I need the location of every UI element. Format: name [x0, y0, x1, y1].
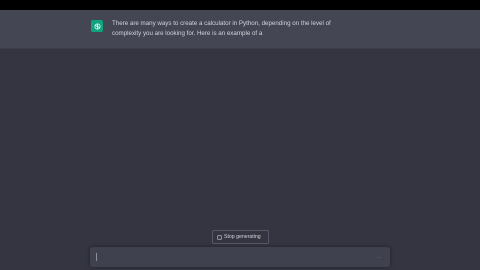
stop-square-icon — [217, 234, 222, 240]
assistant-avatar-icon — [91, 20, 103, 32]
video-frame: There are many ways to create a calculat… — [0, 0, 480, 270]
chat-app: There are many ways to create a calculat… — [0, 10, 480, 270]
assistant-message-row: There are many ways to create a calculat… — [0, 10, 480, 49]
openai-logo-icon — [94, 23, 100, 29]
message-input[interactable]: … — [90, 247, 390, 267]
assistant-message-text: There are many ways to create a calculat… — [112, 20, 331, 37]
stop-generating-button[interactable]: Stop generating — [212, 230, 269, 244]
text-caret — [96, 253, 97, 261]
stop-generating-label: Stop generating — [224, 234, 261, 240]
send-icon[interactable]: … — [375, 253, 383, 261]
